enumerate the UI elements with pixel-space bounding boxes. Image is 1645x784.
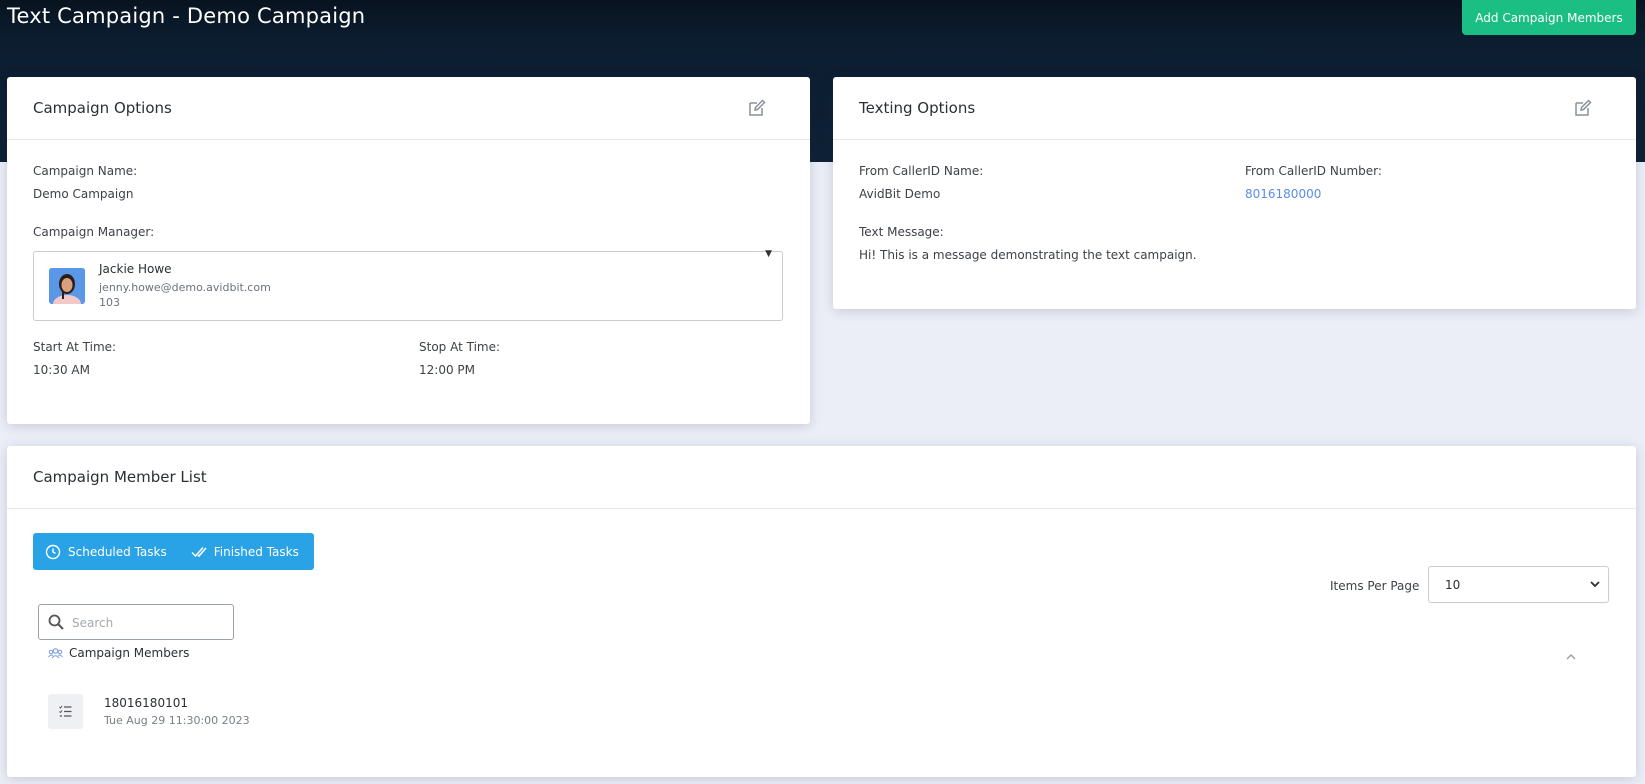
callerid-name-value: AvidBit Demo	[859, 187, 941, 201]
tab-finished-tasks[interactable]: Finished Tasks	[179, 533, 311, 570]
campaign-members-group-header: Campaign Members	[48, 646, 189, 660]
texting-options-header: Texting Options	[833, 77, 1636, 140]
member-list-title: Campaign Member List	[33, 468, 207, 486]
edit-icon[interactable]	[748, 99, 766, 117]
member-list-header: Campaign Member List	[7, 446, 1636, 509]
texting-options-card: Texting Options From CallerID Name: Avid…	[833, 77, 1636, 309]
callerid-name-label: From CallerID Name:	[859, 164, 984, 178]
caret-down-icon: ▼	[765, 249, 772, 259]
manager-extension: 103	[99, 296, 120, 309]
member-number: 18016180101	[104, 696, 188, 710]
items-per-page-label: Items Per Page	[1330, 579, 1420, 593]
member-date: Tue Aug 29 11:30:00 2023	[104, 714, 250, 727]
manager-email: jenny.howe@demo.avidbit.com	[99, 281, 271, 294]
tab-scheduled-tasks[interactable]: Scheduled Tasks	[33, 533, 179, 570]
page-title: Text Campaign - Demo Campaign	[7, 4, 366, 28]
campaign-member-list-card: Campaign Member List Scheduled Tasks Fin…	[7, 446, 1636, 777]
add-campaign-members-button[interactable]: Add Campaign Members	[1462, 0, 1636, 35]
search-box	[38, 604, 234, 640]
manager-name: Jackie Howe	[99, 262, 172, 276]
campaign-manager-select[interactable]: Jackie Howe jenny.howe@demo.avidbit.com …	[33, 249, 783, 321]
avatar	[49, 268, 85, 304]
search-icon	[48, 614, 64, 630]
campaign-name-value: Demo Campaign	[33, 187, 134, 201]
chevron-up-icon[interactable]	[1565, 652, 1577, 662]
campaign-options-card: Campaign Options Campaign Name: Demo Cam…	[7, 77, 810, 424]
items-per-page-value: 10	[1445, 578, 1461, 592]
stop-time-value: 12:00 PM	[419, 363, 475, 377]
callerid-number-link[interactable]: 8016180000	[1245, 187, 1321, 201]
campaign-options-title: Campaign Options	[33, 99, 172, 117]
users-icon	[48, 647, 63, 658]
task-list-icon	[48, 694, 83, 729]
campaign-name-label: Campaign Name:	[33, 164, 138, 178]
double-check-icon	[191, 546, 207, 557]
chevron-down-icon	[1590, 581, 1600, 588]
items-per-page-select[interactable]: 10	[1428, 566, 1609, 603]
tab-scheduled-tasks-label: Scheduled Tasks	[68, 544, 167, 559]
text-message-label: Text Message:	[859, 225, 944, 239]
stop-time-label: Stop At Time:	[419, 340, 501, 354]
callerid-number-label: From CallerID Number:	[1245, 164, 1382, 178]
clock-icon	[45, 544, 61, 559]
texting-options-title: Texting Options	[859, 99, 976, 117]
search-input[interactable]	[72, 613, 227, 633]
list-item[interactable]: 18016180101 Tue Aug 29 11:30:00 2023	[48, 694, 548, 734]
task-tabs: Scheduled Tasks Finished Tasks	[33, 533, 314, 570]
edit-icon[interactable]	[1574, 99, 1592, 117]
text-message-value: Hi! This is a message demonstrating the …	[859, 248, 1197, 262]
campaign-manager-label: Campaign Manager:	[33, 225, 155, 239]
start-time-value: 10:30 AM	[33, 363, 90, 377]
start-time-label: Start At Time:	[33, 340, 117, 354]
campaign-members-label: Campaign Members	[69, 646, 190, 660]
tab-finished-tasks-label: Finished Tasks	[213, 544, 299, 559]
campaign-options-header: Campaign Options	[7, 77, 810, 140]
